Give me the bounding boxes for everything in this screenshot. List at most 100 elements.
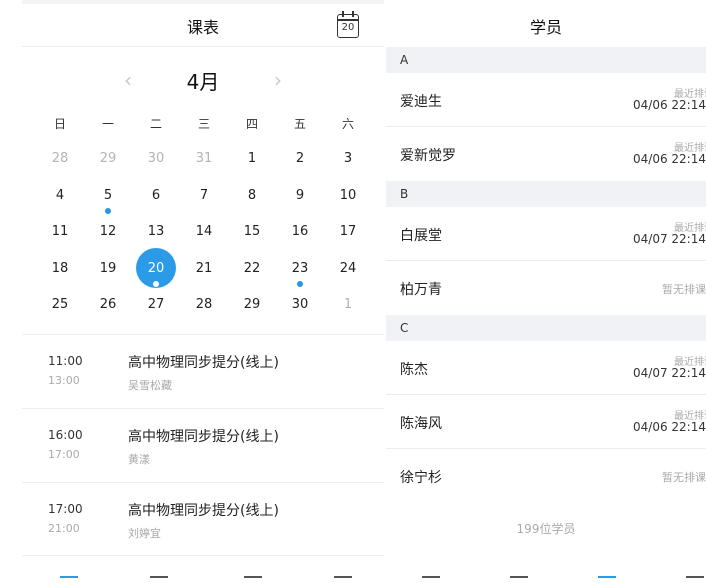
lesson-item[interactable]: 17:00 21:00 高中物理同步提分(线上) 刘婷宜 bbox=[22, 482, 384, 556]
student-item[interactable]: 白展堂最近排课04/07 22:14 bbox=[386, 207, 706, 261]
calendar-day[interactable]: 15 bbox=[228, 223, 276, 260]
calendar-day[interactable]: 12 bbox=[84, 223, 132, 260]
day-number: 26 bbox=[99, 297, 117, 313]
calendar-day[interactable]: 24 bbox=[324, 260, 372, 297]
student-item[interactable]: 爱新觉罗最近排课04/06 22:14 bbox=[386, 127, 706, 181]
weekday-label: 六 bbox=[341, 117, 354, 131]
schedule-tab-icon[interactable] bbox=[60, 576, 78, 583]
calendar-day[interactable]: 6 bbox=[132, 187, 180, 224]
calendar-day[interactable]: 5 bbox=[84, 187, 132, 224]
lesson-teacher: 吴雪松藏 bbox=[128, 379, 172, 392]
calendar-day[interactable]: 8 bbox=[228, 187, 276, 224]
weekday-label: 四 bbox=[245, 117, 258, 131]
header-divider bbox=[22, 46, 384, 47]
day-number: 16 bbox=[291, 224, 309, 240]
calendar-day[interactable]: 16 bbox=[276, 223, 324, 260]
student-item[interactable]: 陈海风最近排课04/06 22:14 bbox=[386, 395, 706, 449]
weekday-label: 一 bbox=[101, 117, 114, 131]
day-number: 31 bbox=[195, 151, 213, 166]
calendar-day[interactable]: 27 bbox=[132, 296, 180, 333]
calendar-day[interactable]: 19 bbox=[84, 260, 132, 297]
student-item[interactable]: 陈杰最近排课04/07 22:14 bbox=[386, 341, 706, 395]
student-name: 爱新觉罗 bbox=[400, 148, 456, 164]
day-number: 23 bbox=[291, 260, 309, 276]
day-number: 30 bbox=[291, 297, 309, 313]
day-number: 21 bbox=[195, 260, 213, 276]
no-schedule-label: 暂无排课 bbox=[662, 283, 706, 296]
lesson-end-time: 21:00 bbox=[48, 522, 80, 535]
student-item[interactable]: 柏万青 暂无排课 bbox=[386, 261, 706, 315]
recent-schedule-time: 04/07 22:14 bbox=[633, 366, 706, 380]
lesson-start-time: 11:00 bbox=[48, 354, 83, 368]
calendar-day[interactable]: 14 bbox=[180, 223, 228, 260]
calendar-day[interactable]: 2 bbox=[276, 150, 324, 187]
day-number: 4 bbox=[55, 187, 65, 203]
day-number: 25 bbox=[51, 297, 69, 313]
calendar-day[interactable]: 1 bbox=[324, 296, 372, 333]
calendar-day[interactable]: 21 bbox=[180, 260, 228, 297]
calendar-icon-bar bbox=[338, 19, 358, 21]
calendar-day[interactable]: 1 bbox=[228, 150, 276, 187]
lesson-teacher: 黄漾 bbox=[128, 453, 150, 466]
recent-schedule-time: 04/06 22:14 bbox=[633, 98, 706, 112]
student-tab-icon[interactable] bbox=[598, 576, 616, 583]
student-name: 白展堂 bbox=[400, 228, 442, 244]
class-tab-icon[interactable] bbox=[150, 576, 168, 583]
calendar-day[interactable]: 17 bbox=[324, 223, 372, 260]
schedule-tab-icon[interactable] bbox=[422, 576, 440, 583]
student-tab-icon[interactable] bbox=[244, 576, 262, 583]
student-name: 爱迪生 bbox=[400, 94, 442, 110]
calendar-day[interactable]: 28 bbox=[36, 150, 84, 187]
calendar-day[interactable]: 7 bbox=[180, 187, 228, 224]
day-number: 30 bbox=[147, 151, 165, 166]
mine-tab-icon[interactable] bbox=[686, 576, 704, 583]
calendar-day[interactable]: 9 bbox=[276, 187, 324, 224]
calendar-day[interactable]: 26 bbox=[84, 296, 132, 333]
calendar-day[interactable]: 29 bbox=[228, 296, 276, 333]
calendar-day[interactable]: 25 bbox=[36, 296, 84, 333]
calendar-day[interactable]: 31 bbox=[180, 150, 228, 187]
section-letter: B bbox=[386, 181, 706, 207]
calendar-day[interactable]: 22 bbox=[228, 260, 276, 297]
student-name: 徐宁杉 bbox=[400, 470, 442, 486]
day-number: 17 bbox=[339, 224, 357, 240]
day-number: 15 bbox=[243, 224, 261, 240]
page-title: 课表 bbox=[186, 18, 219, 37]
student-name: 柏万青 bbox=[400, 282, 442, 298]
student-item[interactable]: 爱迪生最近排课04/06 22:14 bbox=[386, 73, 706, 127]
calendar-day[interactable]: 18 bbox=[36, 260, 84, 297]
lesson-start-time: 16:00 bbox=[48, 428, 83, 442]
mine-tab-icon[interactable] bbox=[334, 576, 352, 583]
day-number: 3 bbox=[343, 151, 353, 166]
calendar-day[interactable]: 30 bbox=[132, 150, 180, 187]
calendar-icon[interactable]: 20 bbox=[337, 11, 359, 38]
day-number: 27 bbox=[147, 297, 165, 313]
calendar-day[interactable]: 30 bbox=[276, 296, 324, 333]
lesson-teacher: 刘婷宜 bbox=[128, 527, 161, 540]
lesson-item[interactable]: 16:00 17:00 高中物理同步提分(线上) 黄漾 bbox=[22, 408, 384, 482]
calendar-day[interactable]: 4 bbox=[36, 187, 84, 224]
calendar-day[interactable]: 23 bbox=[276, 260, 324, 297]
day-number: 22 bbox=[243, 260, 261, 276]
day-number: 18 bbox=[51, 260, 69, 276]
status-bar bbox=[22, 0, 384, 4]
day-number: 9 bbox=[295, 187, 305, 203]
lesson-title: 高中物理同步提分(线上) bbox=[128, 503, 279, 519]
lesson-item[interactable]: 11:00 13:00 高中物理同步提分(线上) 吴雪松藏 bbox=[22, 334, 384, 408]
day-number: 1 bbox=[343, 297, 353, 313]
class-tab-icon[interactable] bbox=[510, 576, 528, 583]
calendar-day[interactable]: 28 bbox=[180, 296, 228, 333]
lesson-title: 高中物理同步提分(线上) bbox=[128, 429, 279, 445]
calendar-day[interactable]: 29 bbox=[84, 150, 132, 187]
lesson-list: 11:00 13:00 高中物理同步提分(线上) 吴雪松藏 16:00 17:00 高中物理… bbox=[22, 334, 384, 556]
lesson-title: 高中物理同步提分(线上) bbox=[128, 355, 279, 371]
calendar-day[interactable]: 20 bbox=[132, 247, 180, 297]
weekday-header: 日一二三四五六 bbox=[36, 115, 372, 132]
calendar-day[interactable]: 11 bbox=[36, 223, 84, 260]
calendar-day[interactable]: 3 bbox=[324, 150, 372, 187]
tab-bar bbox=[386, 572, 706, 583]
lesson-dot-indicator bbox=[153, 280, 159, 287]
student-item[interactable]: 徐宁杉 暂无排课 bbox=[386, 449, 706, 503]
chevron-right-icon[interactable]: › bbox=[274, 68, 282, 92]
calendar-day[interactable]: 10 bbox=[324, 187, 372, 224]
